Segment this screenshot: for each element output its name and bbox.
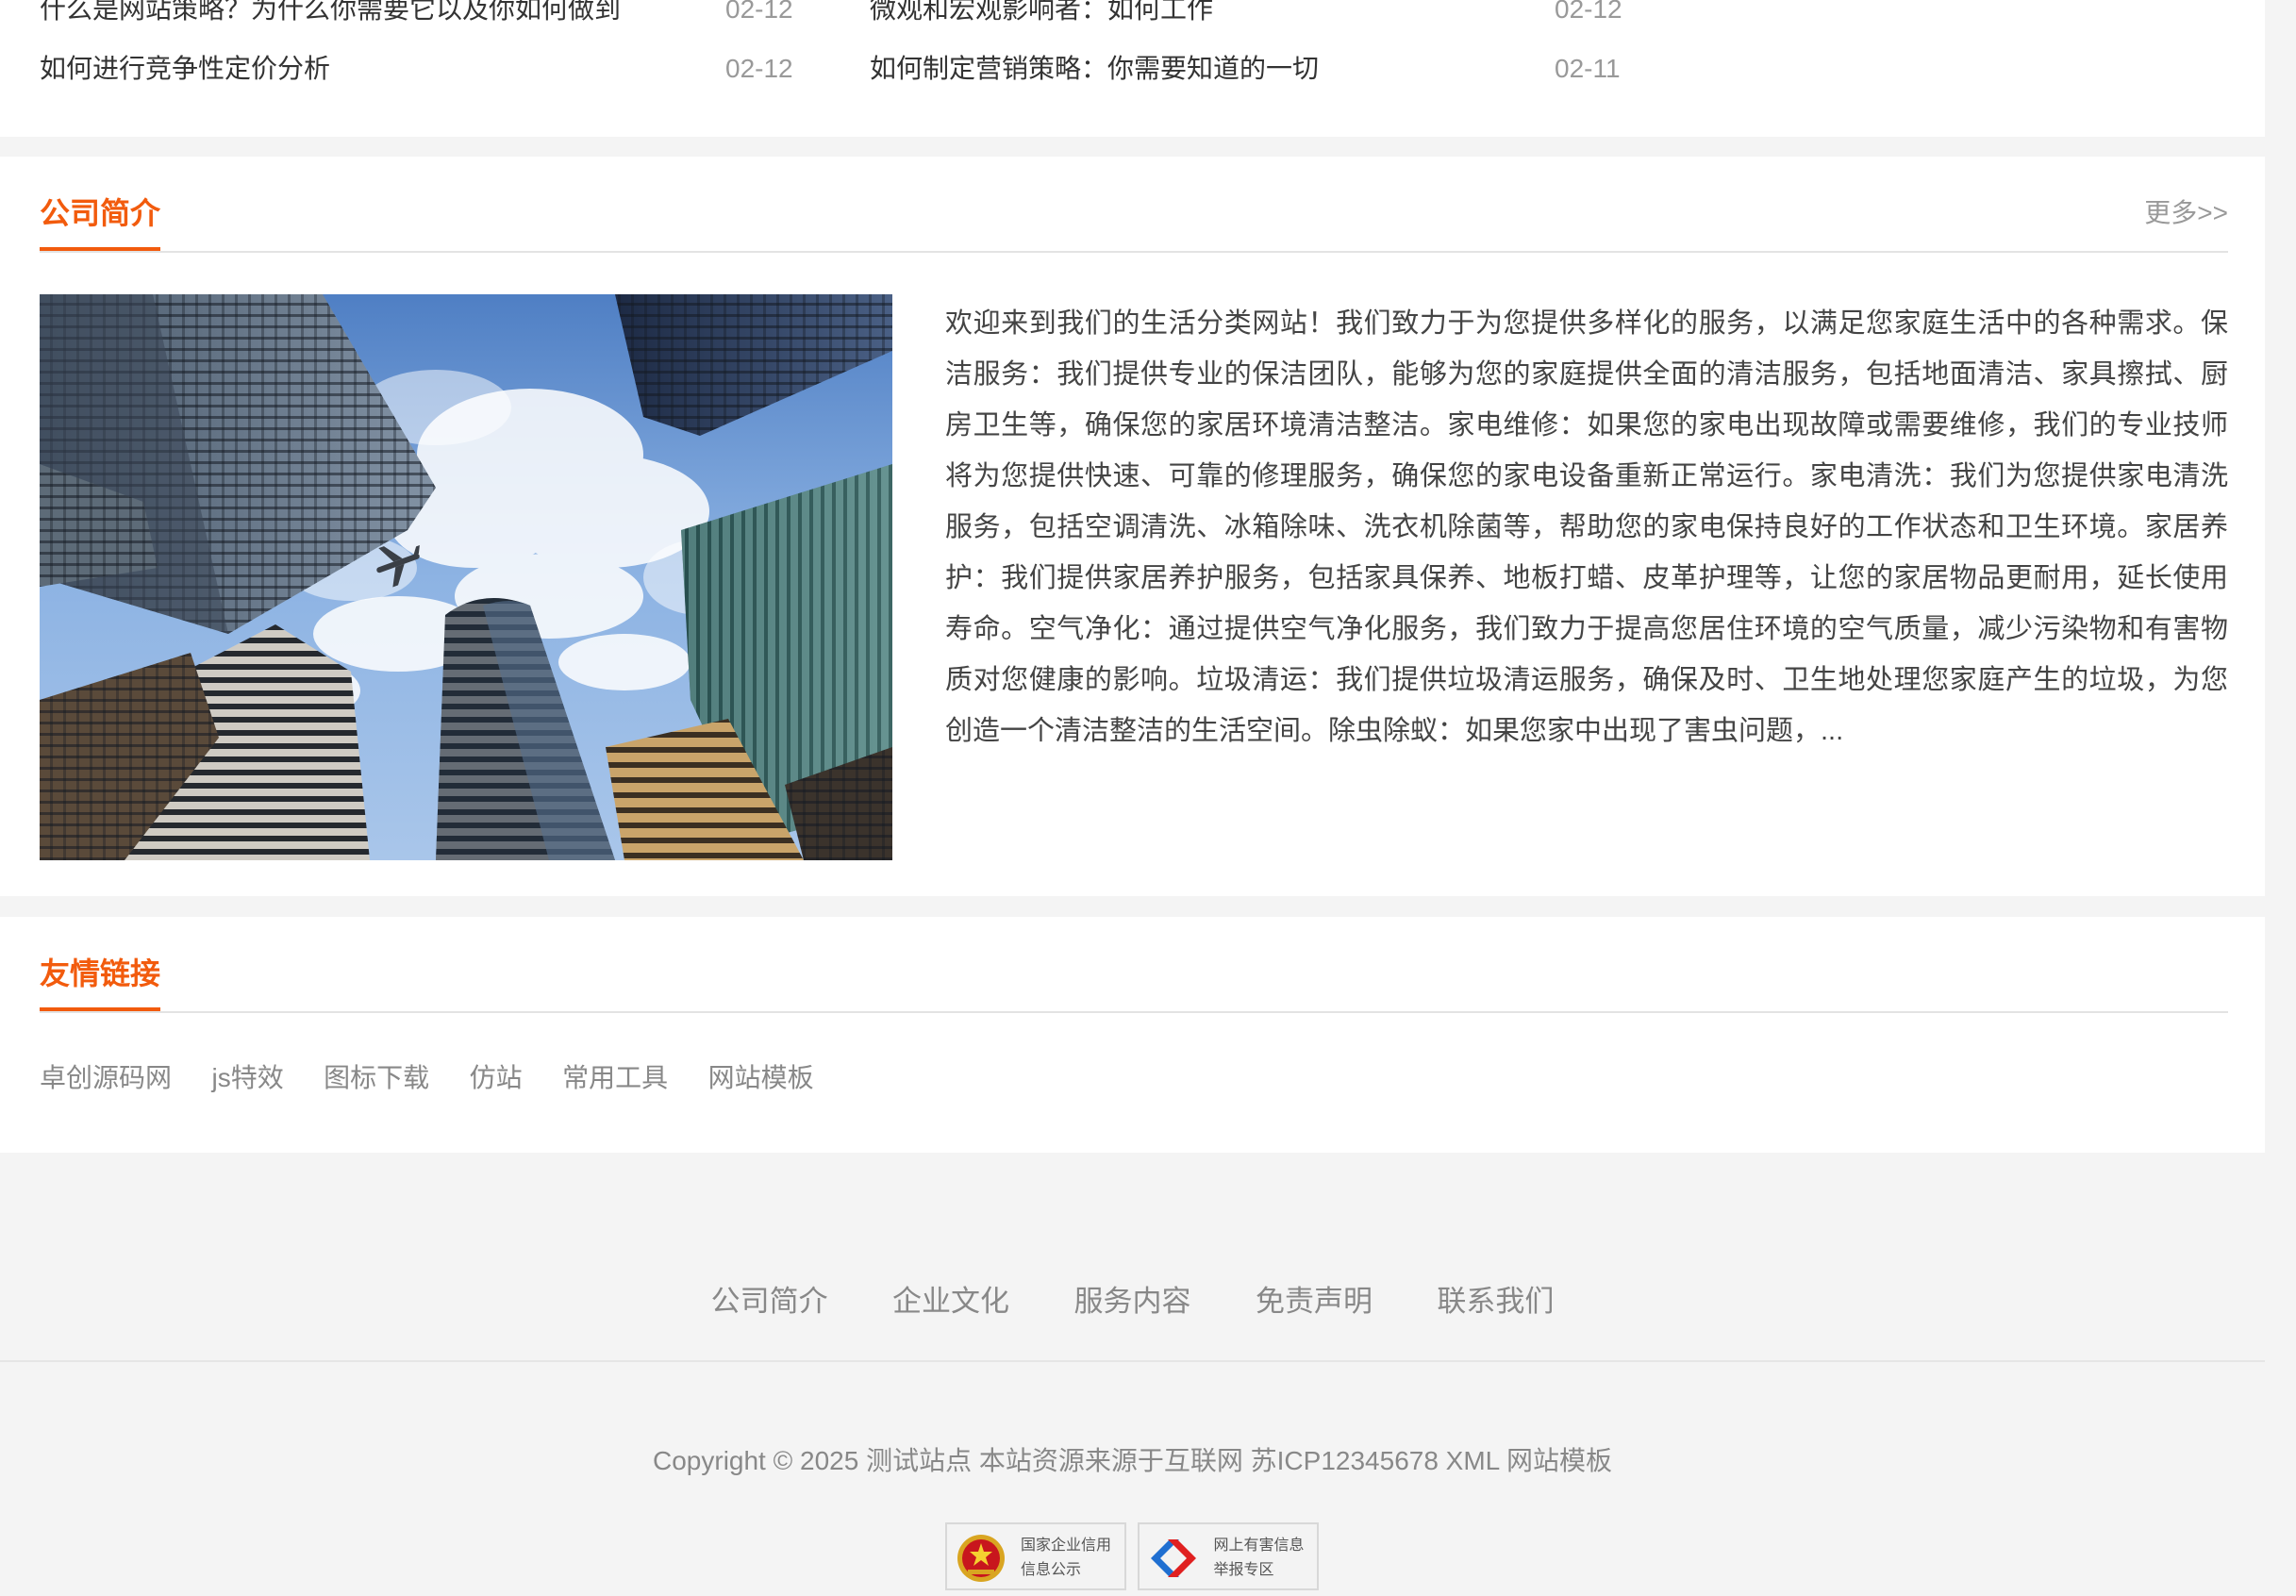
- news-row: 如何进行竞争性定价分析 02-12 如何制定营销策略：你需要知道的一切 02-1…: [0, 50, 2265, 97]
- page: 什么是网站策略？为什么你需要它以及你如何做到 02-12 微观和宏观影响者：如何…: [0, 0, 2296, 1596]
- section-title: 公司简介: [40, 189, 161, 251]
- news-date: 02-12: [1555, 0, 1622, 24]
- badge-label-line: 举报专区: [1213, 1562, 1274, 1578]
- friend-links-list: 卓创源码网 js特效 图标下载 仿站 常用工具 网站模板: [40, 1055, 850, 1102]
- badge-label-line: 网上有害信息: [1213, 1538, 1305, 1554]
- company-photo: [40, 294, 892, 860]
- more-link[interactable]: 更多>>: [2144, 189, 2228, 238]
- badge-label: 国家企业信用 信息公示: [1021, 1534, 1124, 1583]
- footer-badges: 国家企业信用 信息公示 网上有害信息 举报专区: [945, 1522, 1326, 1596]
- skyscrapers-photo: [40, 294, 892, 860]
- section-title: 友情链接: [40, 949, 161, 1011]
- news-title-link[interactable]: 如何进行竞争性定价分析: [40, 50, 330, 88]
- news-date: 02-11: [1555, 54, 1621, 83]
- footer-link-contact[interactable]: 联系我们: [1437, 1273, 1554, 1330]
- news-date: 02-12: [725, 0, 793, 24]
- friend-link[interactable]: 常用工具: [562, 1055, 668, 1102]
- badge-label-line: 信息公示: [1021, 1562, 1082, 1578]
- news-row: 什么是网站策略？为什么你需要它以及你如何做到 02-12 微观和宏观影响者：如何…: [0, 0, 2265, 38]
- news-date: 02-12: [725, 54, 793, 83]
- friend-link[interactable]: 网站模板: [708, 1055, 814, 1102]
- footer-link-disclaimer[interactable]: 免责声明: [1256, 1273, 1373, 1330]
- friend-links-panel: 友情链接 卓创源码网 js特效 图标下载 仿站 常用工具 网站模板: [0, 917, 2265, 1153]
- section-header: 公司简介 更多>>: [40, 189, 2228, 253]
- badge-label-line: 国家企业信用: [1021, 1538, 1112, 1554]
- badge-label: 网上有害信息 举报专区: [1213, 1534, 1317, 1583]
- report-arrow-icon: [1151, 1539, 1197, 1577]
- friend-link[interactable]: 卓创源码网: [40, 1055, 172, 1102]
- news-title-link[interactable]: 什么是网站策略？为什么你需要它以及你如何做到: [40, 0, 621, 28]
- company-intro-panel: 公司简介 更多>> 欢迎来到我们的生活分类网站！我们致力于为您提供多样化的服务，…: [0, 157, 2265, 896]
- news-title-link[interactable]: 微观和宏观影响者：如何工作: [870, 0, 1213, 28]
- footer-link-services[interactable]: 服务内容: [1074, 1273, 1191, 1330]
- copyright-text: Copyright © 2025 测试站点 本站资源来源于互联网 苏ICP123…: [653, 1446, 1612, 1475]
- friend-link[interactable]: js特效: [211, 1055, 283, 1102]
- window-edge: [2265, 0, 2296, 1596]
- friend-link[interactable]: 仿站: [470, 1055, 523, 1102]
- friend-link[interactable]: 图标下载: [324, 1055, 429, 1102]
- footer-link-culture[interactable]: 企业文化: [892, 1273, 1009, 1330]
- company-intro-text: 欢迎来到我们的生活分类网站！我们致力于为您提供多样化的服务，以满足您家庭生活中的…: [945, 308, 2228, 746]
- harmful-info-report-badge[interactable]: 网上有害信息 举报专区: [1138, 1522, 1320, 1590]
- national-emblem-icon: [957, 1535, 1005, 1582]
- footer-link-about[interactable]: 公司简介: [711, 1273, 828, 1330]
- section-header: 友情链接: [40, 949, 2228, 1013]
- news-list-panel: 什么是网站策略？为什么你需要它以及你如何做到 02-12 微观和宏观影响者：如何…: [0, 0, 2265, 137]
- news-title-link[interactable]: 如何制定营销策略：你需要知道的一切: [870, 50, 1319, 88]
- credit-info-badge[interactable]: 国家企业信用 信息公示: [945, 1522, 1126, 1590]
- footer-nav: 公司简介 企业文化 服务内容 免责声明 联系我们: [0, 1273, 2265, 1362]
